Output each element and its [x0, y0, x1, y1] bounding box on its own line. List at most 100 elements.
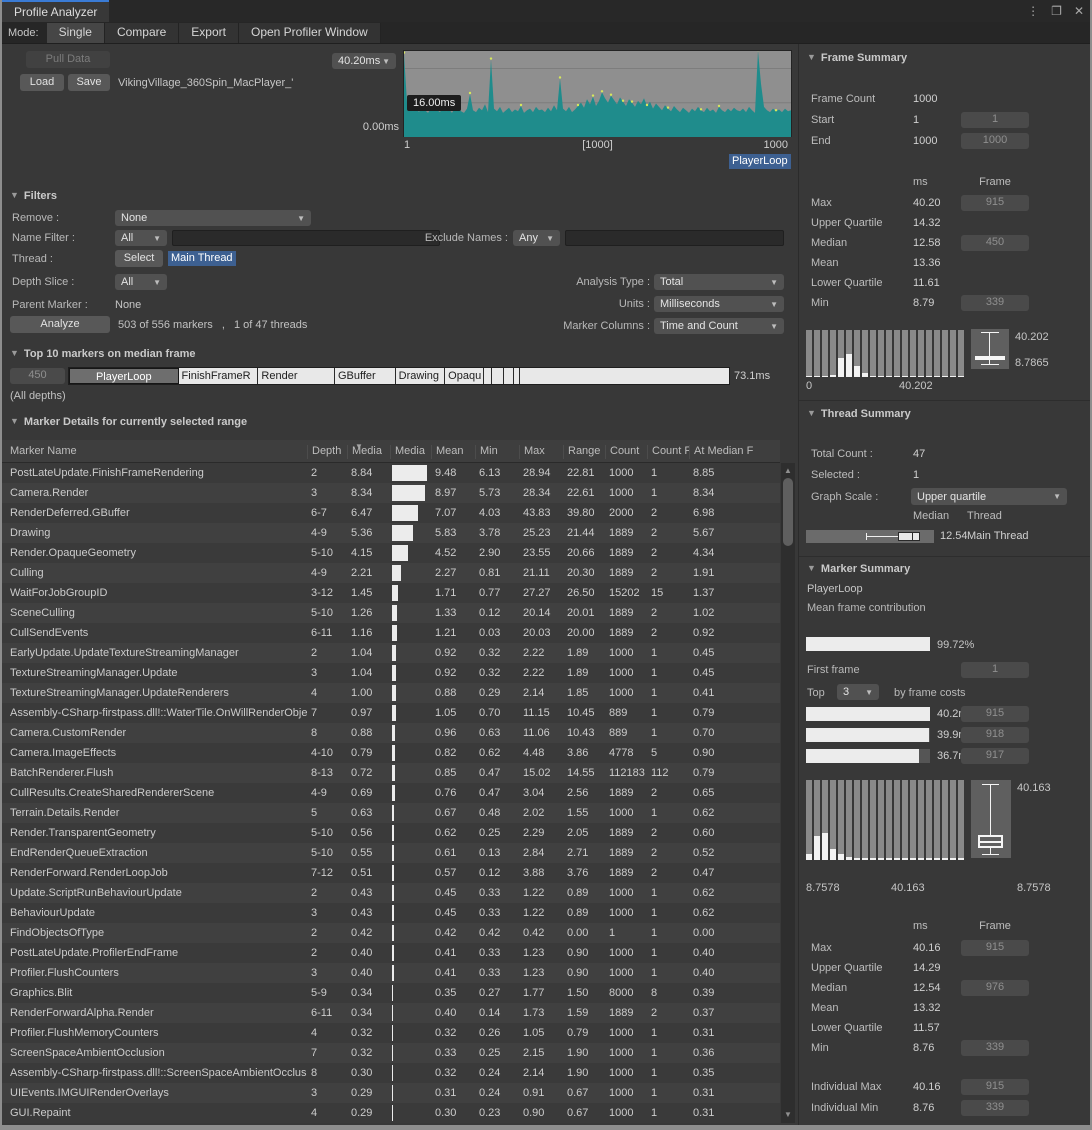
- column-header-count[interactable]: Count: [605, 445, 647, 459]
- top10-frame-button[interactable]: 450: [10, 368, 65, 384]
- maximize-icon[interactable]: ❐: [1051, 4, 1062, 18]
- load-button[interactable]: Load: [20, 74, 64, 91]
- table-row[interactable]: TextureStreamingManager.Update31.040.920…: [2, 663, 780, 683]
- table-row[interactable]: RenderForward.RenderLoopJob7-120.510.570…: [2, 863, 780, 883]
- first-frame-button[interactable]: 1: [961, 662, 1029, 678]
- table-row[interactable]: ScreenSpaceAmbientOcclusion70.320.330.25…: [2, 1043, 780, 1063]
- table-row[interactable]: PostLateUpdate.ProfilerEndFrame20.400.41…: [2, 943, 780, 963]
- table-row[interactable]: WaitForJobGroupID3-121.451.710.7727.2726…: [2, 583, 780, 603]
- table-row[interactable]: CullResults.CreateSharedRendererScene4-9…: [2, 783, 780, 803]
- table-row[interactable]: Profiler.FlushCounters30.400.410.331.230…: [2, 963, 780, 983]
- top10-segment-Render[interactable]: Render: [258, 368, 335, 384]
- name-filter-mode-dropdown[interactable]: All▼: [115, 230, 167, 246]
- table-row[interactable]: EndRenderQueueExtraction5-100.550.610.13…: [2, 843, 780, 863]
- table-row[interactable]: PostLateUpdate.FinishFrameRendering28.84…: [2, 463, 780, 483]
- column-header-marker-name[interactable]: Marker Name: [2, 445, 307, 459]
- close-icon[interactable]: ✕: [1074, 4, 1084, 18]
- frame-jump-button[interactable]: 339: [961, 1100, 1029, 1116]
- timeline-scale-dropdown[interactable]: 40.20ms▼: [332, 53, 396, 69]
- frame-jump-button[interactable]: 915: [961, 706, 1029, 722]
- column-header-media[interactable]: Media: [390, 445, 431, 459]
- column-header-media[interactable]: Media: [347, 445, 390, 459]
- table-row[interactable]: BatchRenderer.Flush8-130.720.850.4715.02…: [2, 763, 780, 783]
- frame-jump-button[interactable]: 1: [961, 112, 1029, 128]
- thread-summary-header[interactable]: ▼Thread Summary: [807, 408, 911, 420]
- column-header-mean[interactable]: Mean: [431, 445, 475, 459]
- mode-button-compare[interactable]: Compare: [105, 23, 179, 43]
- frame-timeline-chart[interactable]: 16.00ms: [403, 50, 792, 137]
- top10-segment-6[interactable]: [484, 368, 492, 384]
- table-row[interactable]: Profiler.FlushMemoryCounters40.320.320.2…: [2, 1023, 780, 1043]
- analyze-button[interactable]: Analyze: [10, 316, 110, 333]
- frame-jump-button[interactable]: 918: [961, 727, 1029, 743]
- table-row[interactable]: Camera.Render38.348.975.7328.3422.611000…: [2, 483, 780, 503]
- frame-summary-header[interactable]: ▼Frame Summary: [807, 52, 907, 64]
- tab-profile-analyzer[interactable]: Profile Analyzer: [2, 0, 109, 22]
- table-row[interactable]: Assembly-CSharp-firstpass.dll!::WaterTil…: [2, 703, 780, 723]
- thread-row[interactable]: 12.54Main Thread: [799, 528, 1092, 548]
- mode-button-single[interactable]: Single: [47, 23, 105, 43]
- pull-data-button[interactable]: Pull Data: [26, 51, 110, 68]
- table-row[interactable]: TextureStreamingManager.UpdateRenderers4…: [2, 683, 780, 703]
- table-row[interactable]: Culling4-92.212.270.8121.1120.30188921.9…: [2, 563, 780, 583]
- table-row[interactable]: RenderDeferred.GBuffer6-76.477.074.0343.…: [2, 503, 780, 523]
- table-row[interactable]: Terrain.Details.Render50.630.670.482.021…: [2, 803, 780, 823]
- table-row[interactable]: RenderForwardAlpha.Render6-110.340.400.1…: [2, 1003, 780, 1023]
- frame-jump-button[interactable]: 917: [961, 748, 1029, 764]
- column-header-min[interactable]: Min: [475, 445, 519, 459]
- remove-dropdown[interactable]: None▼: [115, 210, 311, 226]
- frame-jump-button[interactable]: 1000: [961, 133, 1029, 149]
- table-row[interactable]: Camera.ImageEffects4-100.790.820.624.483…: [2, 743, 780, 763]
- table-row[interactable]: GUI.Repaint40.290.300.230.900.67100010.3…: [2, 1103, 780, 1123]
- top10-segment-FinishFrameR[interactable]: FinishFrameR: [179, 368, 259, 384]
- table-scrollbar[interactable]: [781, 463, 795, 1123]
- top10-segment-PlayerLoop[interactable]: PlayerLoop: [69, 368, 179, 384]
- table-row[interactable]: FindObjectsOfType20.420.420.420.420.0011…: [2, 923, 780, 943]
- table-row[interactable]: SceneCulling5-101.261.330.1220.1420.0118…: [2, 603, 780, 623]
- scrollbar-down-icon[interactable]: ▼: [781, 1110, 795, 1119]
- thread-select-button[interactable]: Select: [115, 250, 163, 267]
- top10-segment-8[interactable]: [504, 368, 514, 384]
- frame-jump-button[interactable]: 450: [961, 235, 1029, 251]
- exclude-names-input[interactable]: [565, 230, 784, 246]
- top-n-dropdown[interactable]: 3▼: [837, 684, 879, 700]
- frame-jump-button[interactable]: 915: [961, 1079, 1029, 1095]
- marker-summary-header[interactable]: ▼Marker Summary: [807, 563, 910, 575]
- frame-jump-button[interactable]: 915: [961, 940, 1029, 956]
- table-row[interactable]: Drawing4-95.365.833.7825.2321.44188925.6…: [2, 523, 780, 543]
- scrollbar-up-icon[interactable]: ▲: [781, 466, 795, 475]
- table-row[interactable]: Render.OpaqueGeometry5-104.154.522.9023.…: [2, 543, 780, 563]
- top10-section-header[interactable]: ▼Top 10 markers on median frame: [10, 348, 196, 360]
- filters-section-header[interactable]: ▼Filters: [10, 190, 57, 202]
- top10-segment-Drawing[interactable]: Drawing: [396, 368, 446, 384]
- units-dropdown[interactable]: Milliseconds▼: [654, 296, 784, 312]
- exclude-mode-dropdown[interactable]: Any▼: [513, 230, 560, 246]
- frame-jump-button[interactable]: 915: [961, 195, 1029, 211]
- name-filter-input[interactable]: [172, 230, 440, 246]
- frame-jump-button[interactable]: 339: [961, 295, 1029, 311]
- top10-segment-Opaqu[interactable]: Opaqu: [445, 368, 484, 384]
- frame-jump-button[interactable]: 339: [961, 1040, 1029, 1056]
- column-header-depth[interactable]: Depth: [307, 445, 347, 459]
- table-row[interactable]: BehaviourUpdate30.430.450.331.220.891000…: [2, 903, 780, 923]
- analysis-type-dropdown[interactable]: Total▼: [654, 274, 784, 290]
- top10-segment-GBuffer[interactable]: GBuffer: [335, 368, 396, 384]
- mode-button-open-profiler-window[interactable]: Open Profiler Window: [239, 23, 381, 43]
- save-button[interactable]: Save: [68, 74, 110, 91]
- graph-scale-dropdown[interactable]: Upper quartile▼: [911, 488, 1067, 505]
- table-row[interactable]: UIEvents.IMGUIRenderOverlays30.290.310.2…: [2, 1083, 780, 1103]
- column-header-max[interactable]: Max: [519, 445, 563, 459]
- table-scrollbar-thumb[interactable]: [783, 478, 793, 546]
- column-header-at-median-f[interactable]: At Median F: [689, 445, 777, 459]
- table-row[interactable]: Update.ScriptRunBehaviourUpdate20.430.45…: [2, 883, 780, 903]
- table-row[interactable]: CullSendEvents6-111.161.210.0320.0320.00…: [2, 623, 780, 643]
- column-header-count-fra[interactable]: Count Fra: [647, 445, 689, 459]
- table-row[interactable]: Graphics.Blit5-90.340.350.271.771.508000…: [2, 983, 780, 1003]
- table-row[interactable]: EarlyUpdate.UpdateTextureStreamingManage…: [2, 643, 780, 663]
- top10-segment-9[interactable]: [514, 368, 520, 384]
- marker-details-section-header[interactable]: ▼Marker Details for currently selected r…: [10, 416, 247, 428]
- depth-slice-dropdown[interactable]: All▼: [115, 274, 167, 290]
- kebab-menu-icon[interactable]: ⋮: [1027, 4, 1039, 18]
- table-row[interactable]: Assembly-CSharp-firstpass.dll!::ScreenSp…: [2, 1063, 780, 1083]
- mode-button-export[interactable]: Export: [179, 23, 239, 43]
